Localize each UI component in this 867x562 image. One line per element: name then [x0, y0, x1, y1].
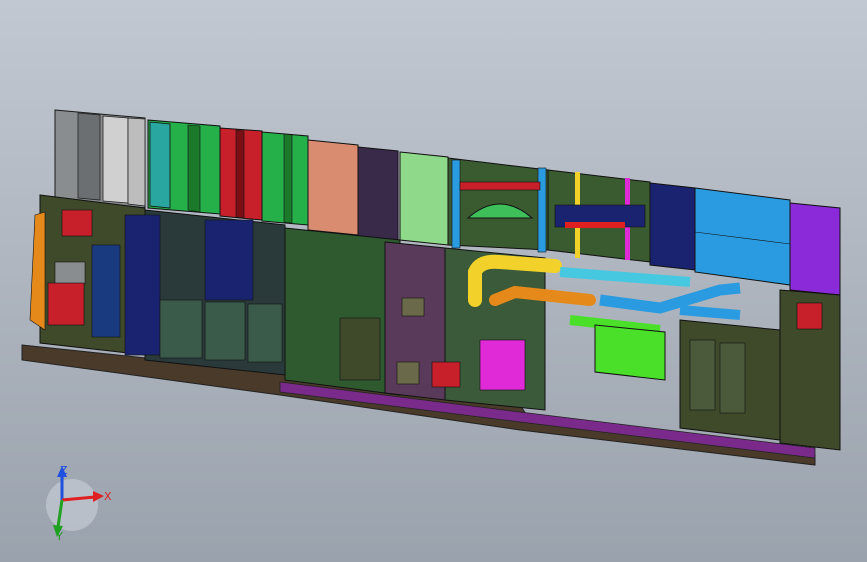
x-axis-label: X — [104, 490, 112, 503]
cad-model-viewport[interactable]: Z X Y — [0, 0, 867, 562]
mid-lower-green-panel[interactable] — [284, 227, 401, 396]
condenser-blue[interactable] — [694, 187, 791, 286]
coordinate-triad: Z X Y — [46, 464, 112, 543]
damper-section-dark[interactable] — [357, 146, 399, 241]
end-lower-module[interactable] — [779, 289, 841, 451]
panel-light-green[interactable] — [399, 151, 449, 246]
y-axis-label: Y — [55, 530, 63, 543]
electrical-cabinet[interactable] — [679, 319, 781, 441]
pump-bay[interactable] — [431, 247, 546, 411]
coil-section-green[interactable] — [261, 131, 309, 226]
heater-section-red[interactable] — [219, 127, 263, 221]
compressor-rack[interactable] — [547, 169, 651, 263]
left-upper-module[interactable] — [54, 109, 146, 209]
x-axis-arrow — [93, 491, 104, 502]
end-module-violet[interactable] — [789, 202, 841, 296]
compressor-lime[interactable] — [594, 324, 666, 381]
coil-section-teal-green[interactable] — [147, 119, 221, 215]
z-axis-label: Z — [60, 464, 68, 477]
access-doors-group[interactable] — [124, 209, 286, 376]
filter-section-salmon[interactable] — [307, 139, 359, 236]
fan-housing-blue-frame[interactable] — [447, 157, 549, 253]
condenser-navy[interactable] — [649, 182, 696, 271]
